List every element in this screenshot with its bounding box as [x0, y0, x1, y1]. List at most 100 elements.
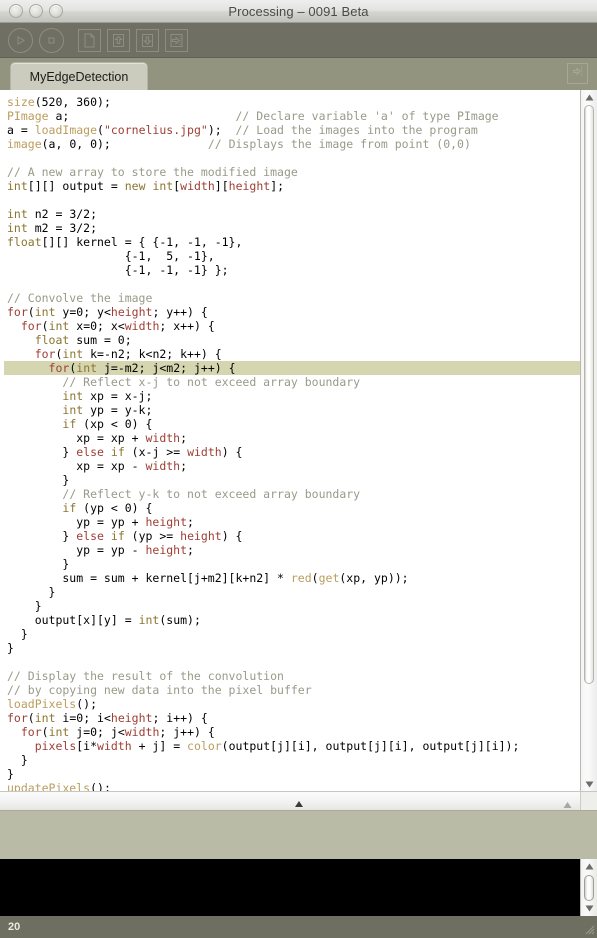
scroll-left-arrow-icon[interactable]: [562, 796, 573, 814]
code-token: for: [34, 347, 56, 361]
code-token: }: [7, 767, 14, 781]
code-token: for: [48, 361, 70, 375]
save-button[interactable]: [136, 28, 159, 52]
code-line: // Reflect x-j to not exceed array bound…: [4, 375, 580, 389]
code-token: ; j++) {: [159, 725, 215, 739]
code-token: }: [7, 753, 28, 767]
code-token: "cornelius.jpg": [103, 123, 208, 137]
close-button[interactable]: [9, 4, 23, 18]
scroll-up-arrow-icon[interactable]: [581, 90, 597, 104]
code-line: // A new array to store the modified ima…: [4, 165, 580, 179]
code-token: (: [41, 319, 49, 333]
editor-scroll-track[interactable]: [584, 105, 594, 776]
code-token: get: [318, 571, 340, 585]
code-line: }: [4, 473, 580, 487]
editor-vertical-scrollbar[interactable]: [580, 90, 597, 791]
code-token: xp = xp +: [7, 431, 146, 445]
code-token: ];: [270, 179, 285, 193]
code-token: int: [152, 179, 174, 193]
code-line: yp = yp - height;: [4, 543, 580, 557]
editor-horizontal-scrollbar[interactable]: [0, 791, 597, 810]
console-vertical-scrollbar[interactable]: [580, 859, 597, 916]
code-line: int yp = y-k;: [4, 403, 580, 417]
code-line: }: [4, 585, 580, 599]
code-token: ;: [180, 431, 188, 445]
code-token: if: [110, 445, 125, 459]
code-token: yp = y-k;: [83, 403, 153, 417]
code-line: xp = xp + width;: [4, 431, 580, 445]
code-token: }: [7, 627, 28, 641]
code-token: ;: [180, 459, 188, 473]
zoom-button[interactable]: [49, 4, 63, 18]
code-token: if: [62, 417, 77, 431]
minimize-button[interactable]: [29, 4, 43, 18]
code-line: int n2 = 3/2;: [4, 207, 580, 221]
code-token: ; x++) {: [159, 319, 215, 333]
code-line: }: [4, 557, 580, 571]
console-area: [0, 859, 597, 916]
open-button[interactable]: [107, 28, 130, 52]
console-scroll-up-arrow-icon[interactable]: [581, 860, 597, 873]
code-token: // by copying new data into the pixel bu…: [7, 683, 312, 697]
code-line: // Convolve the image: [4, 291, 580, 305]
code-token: {-1, -1, -1} };: [7, 263, 229, 277]
code-token: loadPixels: [7, 697, 77, 711]
code-line: loadPixels();: [4, 697, 580, 711]
code-token: (: [311, 571, 319, 585]
code-line: // Reflect y-k to not exceed array bound…: [4, 487, 580, 501]
code-line: sum = sum + kernel[j+m2][k+n2] * red(get…: [4, 571, 580, 585]
new-button[interactable]: [78, 28, 101, 52]
code-token: // Reflect x-j to not exceed array bound…: [62, 375, 361, 389]
code-line: for(int x=0; x<width; x++) {: [4, 319, 580, 333]
code-token: k=-n2; k<n2; k++) {: [83, 347, 222, 361]
editor-scroll-thumb[interactable]: [584, 105, 594, 685]
code-token: y=0; y<: [55, 305, 111, 319]
code-token: // Display the result of the convolution: [7, 669, 284, 683]
scroll-down-arrow-icon[interactable]: [581, 777, 597, 791]
sketch-tab[interactable]: MyEdgeDetection: [10, 62, 148, 90]
hscroll-thumb-indicator[interactable]: [293, 795, 304, 813]
code-token: PImage: [7, 109, 49, 123]
stop-button[interactable]: [39, 27, 64, 53]
console-scroll-down-arrow-icon[interactable]: [581, 902, 597, 915]
code-line: size(520, 360);: [4, 95, 580, 109]
play-icon: [15, 35, 26, 46]
code-token: ();: [76, 697, 98, 711]
code-token: }: [7, 585, 56, 599]
code-token: for: [7, 711, 28, 725]
code-token: }: [7, 473, 70, 487]
code-line: for(int i=0; i<height; i++) {: [4, 711, 580, 725]
export-button[interactable]: [165, 28, 188, 52]
code-token: height: [145, 515, 188, 529]
code-token: // Load the images into the program: [235, 123, 478, 137]
resize-grip-icon[interactable]: [582, 922, 595, 935]
processing-window: Processing – 0091 Beta MyEdgeDetection s…: [0, 0, 597, 937]
code-line: float sum = 0;: [4, 333, 580, 347]
code-text[interactable]: size(520, 360); PImage a; // Declare vari…: [4, 95, 580, 791]
title-bar: Processing – 0091 Beta: [0, 0, 597, 23]
toolbar-file-group: [78, 28, 188, 52]
code-token: xp = x-j;: [83, 389, 153, 403]
console-output[interactable]: [0, 859, 580, 916]
save-down-arrow-icon: [141, 33, 154, 48]
console-scroll-thumb[interactable]: [584, 875, 594, 901]
code-token: m2 = 3/2;: [27, 221, 98, 235]
code-token: red: [290, 571, 312, 585]
code-token: [i*: [76, 739, 98, 753]
code-token: int: [34, 711, 56, 725]
code-token: }: [7, 599, 42, 613]
code-token: int: [48, 319, 70, 333]
code-token: i=0; i<: [55, 711, 111, 725]
export-arrow-icon: [572, 65, 584, 83]
code-editor[interactable]: size(520, 360); PImage a; // Declare vari…: [0, 90, 580, 791]
run-button[interactable]: [8, 27, 33, 53]
tab-menu-button[interactable]: [567, 63, 588, 84]
code-token: height: [110, 305, 153, 319]
code-line: output[x][y] = int(sum);: [4, 613, 580, 627]
